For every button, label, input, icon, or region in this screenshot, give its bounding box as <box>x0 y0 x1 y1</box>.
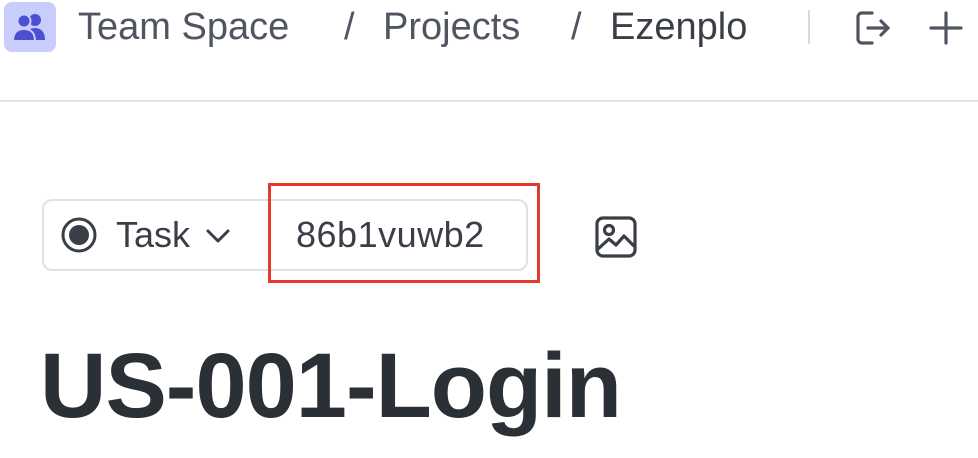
export-icon <box>856 11 890 45</box>
radio-dot-icon <box>61 217 97 253</box>
plus-icon <box>929 11 963 45</box>
header-divider <box>808 10 810 44</box>
task-title[interactable]: US-001-Login <box>40 334 622 438</box>
add-cover-button[interactable] <box>590 211 642 263</box>
breadcrumb-bar: Team Space / Projects / Ezenplo <box>0 0 978 102</box>
task-id[interactable]: 86b1vuwb2 <box>296 201 485 269</box>
breadcrumb-list[interactable]: Ezenplo <box>610 4 747 50</box>
task-type-id-control: Task 86b1vuwb2 <box>42 199 528 271</box>
task-page: Team Space / Projects / Ezenplo Task 86b… <box>0 0 978 458</box>
breadcrumb-separator: / <box>571 6 582 48</box>
export-button[interactable] <box>850 6 894 50</box>
breadcrumb-separator: / <box>344 6 355 48</box>
breadcrumb-space[interactable]: Team Space <box>78 4 289 50</box>
task-type-label: Task <box>116 214 191 255</box>
chevron-down-icon <box>206 229 230 243</box>
people-icon[interactable] <box>4 2 56 52</box>
add-button[interactable] <box>924 6 968 50</box>
breadcrumb-folder[interactable]: Projects <box>383 4 520 50</box>
task-type-dropdown[interactable]: Task <box>44 201 270 269</box>
image-icon <box>595 216 637 258</box>
